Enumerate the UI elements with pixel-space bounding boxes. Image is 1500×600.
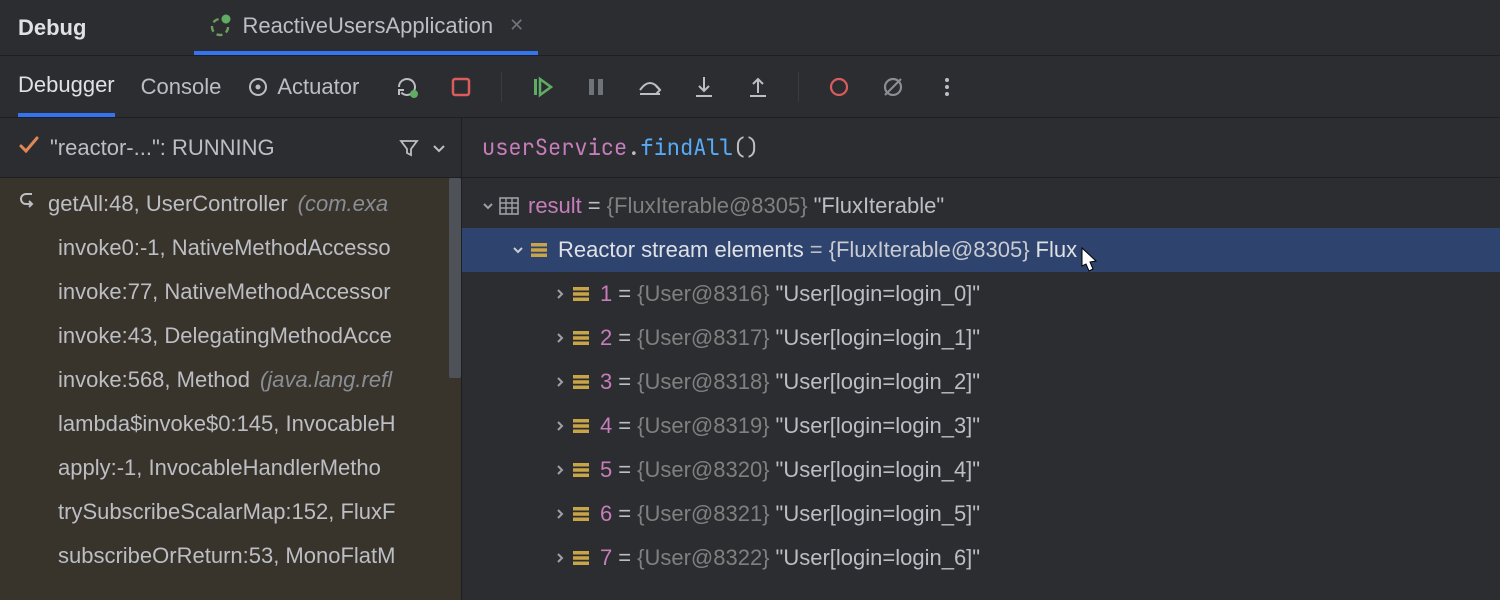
panel-title: Debug — [18, 15, 86, 41]
run-config-tab[interactable]: ReactiveUsersApplication ✕ — [194, 0, 538, 55]
rerun-icon[interactable] — [393, 73, 421, 101]
variable-node-reactor-stream[interactable]: Reactor stream elements = {FluxIterable@… — [462, 228, 1500, 272]
step-out-icon[interactable] — [744, 73, 772, 101]
array-icon — [570, 373, 592, 391]
separator — [798, 72, 799, 102]
more-icon[interactable] — [933, 73, 961, 101]
array-icon — [570, 461, 592, 479]
debugger-content: "reactor-...": RUNNING getAll:48, UserCo… — [0, 118, 1500, 600]
check-icon — [18, 134, 40, 162]
chevron-right-icon[interactable] — [550, 551, 570, 565]
stack-frame[interactable]: subscribeOrReturn:53, MonoFlatM — [0, 534, 461, 578]
thread-selector[interactable]: "reactor-...": RUNNING — [0, 118, 461, 178]
run-config-label: ReactiveUsersApplication — [242, 13, 493, 39]
stack-frame[interactable]: invoke:77, NativeMethodAccessor — [0, 270, 461, 314]
cursor-icon — [1076, 246, 1104, 274]
debugger-toolbar: Debugger Console Actuator — [0, 56, 1500, 118]
array-icon — [570, 329, 592, 347]
array-icon — [570, 505, 592, 523]
step-into-icon[interactable] — [690, 73, 718, 101]
variable-node[interactable]: 3 = {User@8318}"User[login=login_2]" — [462, 360, 1500, 404]
run-config-icon — [208, 14, 232, 38]
chevron-down-icon[interactable] — [508, 243, 528, 257]
chevron-down-icon[interactable] — [429, 138, 449, 158]
stack-frame[interactable]: invoke:43, DelegatingMethodAcce — [0, 314, 461, 358]
tab-debugger[interactable]: Debugger — [18, 56, 115, 117]
chevron-right-icon[interactable] — [550, 463, 570, 477]
frames-list[interactable]: getAll:48, UserController (com.exa invok… — [0, 178, 461, 578]
view-breakpoints-icon[interactable] — [825, 73, 853, 101]
tab-actuator[interactable]: Actuator — [247, 56, 359, 117]
result-grid-icon — [498, 197, 520, 215]
filter-icon[interactable] — [399, 138, 419, 158]
chevron-down-icon[interactable] — [478, 199, 498, 213]
chevron-right-icon[interactable] — [550, 375, 570, 389]
variable-node[interactable]: 5 = {User@8320}"User[login=login_4]" — [462, 448, 1500, 492]
variable-node[interactable]: 6 = {User@8321}"User[login=login_5]" — [462, 492, 1500, 536]
stack-frame[interactable]: apply:-1, InvocableHandlerMetho — [0, 446, 461, 490]
chevron-right-icon[interactable] — [550, 419, 570, 433]
array-icon — [528, 241, 550, 259]
chevron-right-icon[interactable] — [550, 507, 570, 521]
actuator-icon — [247, 76, 269, 98]
array-icon — [570, 549, 592, 567]
stack-frame[interactable]: getAll:48, UserController (com.exa — [0, 182, 461, 226]
variables-panel: userService.findAll() result = {FluxIter… — [462, 118, 1500, 600]
variable-node[interactable]: 4 = {User@8319}"User[login=login_3]" — [462, 404, 1500, 448]
separator — [501, 72, 502, 102]
chevron-right-icon[interactable] — [550, 287, 570, 301]
thread-label: "reactor-...": RUNNING — [50, 135, 389, 161]
mute-breakpoints-icon[interactable] — [879, 73, 907, 101]
stack-frame[interactable]: invoke:568, Method (java.lang.refl — [0, 358, 461, 402]
variable-node[interactable]: 7 = {User@8322}"User[login=login_6]" — [462, 536, 1500, 580]
step-over-icon[interactable] — [636, 73, 664, 101]
chevron-right-icon[interactable] — [550, 331, 570, 345]
array-icon — [570, 417, 592, 435]
pause-icon[interactable] — [582, 73, 610, 101]
variables-tree[interactable]: result = {FluxIterable@8305} "FluxIterab… — [462, 178, 1500, 580]
debug-header: Debug ReactiveUsersApplication ✕ — [0, 0, 1500, 56]
frames-panel: "reactor-...": RUNNING getAll:48, UserCo… — [0, 118, 462, 600]
resume-icon[interactable] — [528, 73, 556, 101]
step-back-icon — [18, 191, 38, 217]
evaluate-expression-input[interactable]: userService.findAll() — [462, 118, 1500, 178]
stack-frame[interactable]: lambda$invoke$0:145, InvocableH — [0, 402, 461, 446]
variable-node[interactable]: 2 = {User@8317}"User[login=login_1]" — [462, 316, 1500, 360]
stack-frame[interactable]: trySubscribeScalarMap:152, FluxF — [0, 490, 461, 534]
stop-icon[interactable] — [447, 73, 475, 101]
close-icon[interactable]: ✕ — [509, 15, 524, 36]
array-icon — [570, 285, 592, 303]
stack-frame[interactable]: invoke0:-1, NativeMethodAccesso — [0, 226, 461, 270]
variable-node[interactable]: 1 = {User@8316}"User[login=login_0]" — [462, 272, 1500, 316]
tab-console[interactable]: Console — [141, 56, 222, 117]
variable-node[interactable]: result = {FluxIterable@8305} "FluxIterab… — [462, 184, 1500, 228]
